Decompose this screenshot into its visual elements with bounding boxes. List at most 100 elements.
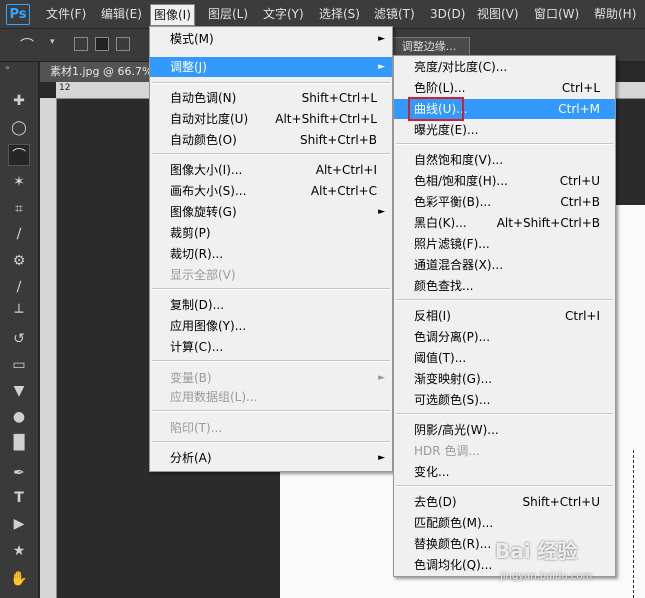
sponge-icon[interactable]: █ xyxy=(8,432,30,454)
adjust-photo-filter[interactable]: 照片滤镜(F)... xyxy=(394,234,615,254)
adjust-invert[interactable]: 反相(I) Ctrl+I xyxy=(394,306,615,326)
type-tool-icon[interactable]: T xyxy=(8,487,30,509)
adjust-desaturate[interactable]: 去色(D) Shift+Ctrl+U xyxy=(394,492,615,512)
curves-annotation-box xyxy=(408,97,464,121)
adjust-variations[interactable]: 变化... xyxy=(394,462,615,482)
document-tab[interactable]: 素材1.jpg @ 66.7% xyxy=(40,62,160,82)
adjust-threshold[interactable]: 阈值(T)... xyxy=(394,348,615,368)
menu-help[interactable]: 帮助(H) xyxy=(594,6,636,22)
image-menu-rotation[interactable]: 图像旋转(G) ► xyxy=(150,202,392,222)
menu-layer[interactable]: 图层(L) xyxy=(208,6,248,22)
image-menu-apply-image[interactable]: 应用图像(Y)... xyxy=(150,316,392,336)
image-menu-canvas-size[interactable]: 画布大小(S)... Alt+Ctrl+C xyxy=(150,181,392,201)
menu-type[interactable]: 文字(Y) xyxy=(263,6,304,22)
adjust-selective-color[interactable]: 可选颜色(S)... xyxy=(394,390,615,410)
healing-brush-icon[interactable]: ⚙ xyxy=(8,250,30,272)
adjust-shadows-highlights[interactable]: 阴影/高光(W)... xyxy=(394,420,615,440)
image-menu-adjustments[interactable]: 调整(J) ► xyxy=(150,57,392,77)
menu-filter[interactable]: 滤镜(T) xyxy=(374,6,415,22)
separator xyxy=(396,413,613,415)
menu-view[interactable]: 视图(V) xyxy=(477,6,519,22)
menu-window[interactable]: 窗口(W) xyxy=(534,6,579,22)
eraser-icon[interactable]: ▭ xyxy=(8,354,30,376)
new-selection-icon[interactable] xyxy=(74,37,88,51)
image-menu-auto-tone[interactable]: 自动色调(N) Shift+Ctrl+L xyxy=(150,88,392,108)
adjust-color-lookup[interactable]: 颜色查找... xyxy=(394,276,615,296)
adjust-black-white[interactable]: 黑白(K)... Alt+Shift+Ctrl+B xyxy=(394,213,615,233)
ruler-label: 12 xyxy=(59,83,71,93)
menu-bar: Ps 文件(F) 编辑(E) 图像(I) 图层(L) 文字(Y) 选择(S) 滤… xyxy=(0,0,645,29)
history-brush-icon[interactable]: ↺ xyxy=(8,328,30,350)
hand-tool-icon[interactable]: ✋ xyxy=(8,568,30,590)
adjust-color-balance[interactable]: 色彩平衡(B)... Ctrl+B xyxy=(394,192,615,212)
baidu-watermark-url: jingyan.baidu.com xyxy=(500,571,593,582)
baidu-watermark: Bai 经验 xyxy=(495,539,578,563)
image-menu-variables: 变量(B) ► xyxy=(150,368,392,388)
arrow-right-icon: ► xyxy=(378,62,385,72)
paint-bucket-icon[interactable]: ▼ xyxy=(8,380,30,402)
eyedropper-icon[interactable]: ∕ xyxy=(8,223,30,245)
marquee-tool-icon[interactable]: ◯ xyxy=(8,117,30,139)
image-menu-apply-data-set: 应用数据组(L)... xyxy=(170,390,258,404)
crop-tool-icon[interactable]: ⌗ xyxy=(8,198,30,220)
chevron-down-icon[interactable]: ▾ xyxy=(50,37,55,47)
lasso-icon[interactable]: ⌒ xyxy=(20,35,34,55)
stamp-tool-icon[interactable]: ┴ xyxy=(8,302,30,324)
image-menu-mode[interactable]: 模式(M) ► xyxy=(150,29,392,49)
subtract-selection-icon[interactable] xyxy=(116,37,130,51)
menu-image[interactable]: 图像(I) xyxy=(150,4,195,26)
brush-tool-icon[interactable]: ∕ xyxy=(8,276,30,298)
image-menu: 模式(M) ► 调整(J) ► 自动色调(N) Shift+Ctrl+L 自动对比度(… xyxy=(149,26,393,472)
arrow-right-icon: ► xyxy=(378,453,385,463)
adjust-posterize[interactable]: 色调分离(P)... xyxy=(394,327,615,347)
menu-edit[interactable]: 编辑(E) xyxy=(101,6,142,22)
adjust-brightness-contrast[interactable]: 亮度/对比度(C)... xyxy=(394,57,615,77)
image-menu-analysis[interactable]: 分析(A) ► xyxy=(150,448,392,468)
image-menu-auto-color[interactable]: 自动颜色(O) Shift+Ctrl+B xyxy=(150,130,392,150)
lasso-tool-icon[interactable]: ⌒ xyxy=(8,144,30,166)
image-menu-image-size[interactable]: 图像大小(I)... Alt+Ctrl+I xyxy=(150,160,392,180)
collapse-icon[interactable]: » xyxy=(5,63,10,72)
adjustments-submenu: 亮度/对比度(C)... 色阶(L)... Ctrl+L 曲线(U)... Ctrl… xyxy=(393,55,616,577)
menu-3d[interactable]: 3D(D) xyxy=(430,6,465,22)
adjust-vibrance[interactable]: 自然饱和度(V)... xyxy=(394,150,615,170)
toolbox: » ✚ ◯ ⌒ ✶ ⌗ ∕ ⚙ ∕ ┴ ↺ ▭ ▼ ● █ ✒ T ▶ ★ ✋ xyxy=(0,62,39,598)
separator xyxy=(396,143,613,145)
adjust-gradient-map[interactable]: 渐变映射(G)... xyxy=(394,369,615,389)
image-menu-reveal-all: 显示全部(V) xyxy=(170,268,236,282)
image-menu-crop[interactable]: 裁剪(P) xyxy=(150,223,392,243)
adjust-channel-mixer[interactable]: 通道混合器(X)... xyxy=(394,255,615,275)
menu-select[interactable]: 选择(S) xyxy=(319,6,360,22)
image-menu-calculations[interactable]: 计算(C)... xyxy=(150,337,392,357)
adjust-levels[interactable]: 色阶(L)... Ctrl+L xyxy=(394,78,615,98)
refine-edge-button[interactable]: 调整边缘... xyxy=(388,37,470,57)
adjust-match-color[interactable]: 匹配颜色(M)... xyxy=(394,513,615,533)
move-tool-icon[interactable]: ✚ xyxy=(8,90,30,112)
document-image-edge[interactable] xyxy=(612,205,645,470)
arrow-right-icon: ► xyxy=(378,207,385,217)
image-menu-duplicate[interactable]: 复制(D)... xyxy=(150,295,392,315)
path-selection-icon[interactable]: ▶ xyxy=(8,513,30,535)
image-menu-trap: 陷印(T)... xyxy=(170,421,223,435)
adjust-hdr-toning: HDR 色调... xyxy=(414,444,480,458)
selection-marquee xyxy=(633,450,645,598)
adjust-hue-saturation[interactable]: 色相/饱和度(H)... Ctrl+U xyxy=(394,171,615,191)
arrow-right-icon: ► xyxy=(378,34,385,44)
separator xyxy=(396,485,613,487)
add-selection-icon[interactable] xyxy=(95,37,109,51)
image-menu-auto-contrast[interactable]: 自动对比度(U) Alt+Shift+Ctrl+L xyxy=(150,109,392,129)
shape-tool-icon[interactable]: ★ xyxy=(8,540,30,562)
image-menu-trim[interactable]: 裁切(R)... xyxy=(150,244,392,264)
photoshop-logo: Ps xyxy=(6,4,30,25)
pen-tool-icon[interactable]: ✒ xyxy=(8,462,30,484)
separator xyxy=(152,288,390,290)
menu-file[interactable]: 文件(F) xyxy=(46,6,86,22)
separator xyxy=(152,441,390,443)
separator xyxy=(152,410,390,412)
dodge-tool-icon[interactable]: ● xyxy=(8,406,30,428)
arrow-right-icon: ► xyxy=(378,373,385,383)
separator xyxy=(152,153,390,155)
separator xyxy=(152,360,390,362)
adjust-exposure[interactable]: 曝光度(E)... xyxy=(394,120,615,140)
magic-wand-icon[interactable]: ✶ xyxy=(8,171,30,193)
